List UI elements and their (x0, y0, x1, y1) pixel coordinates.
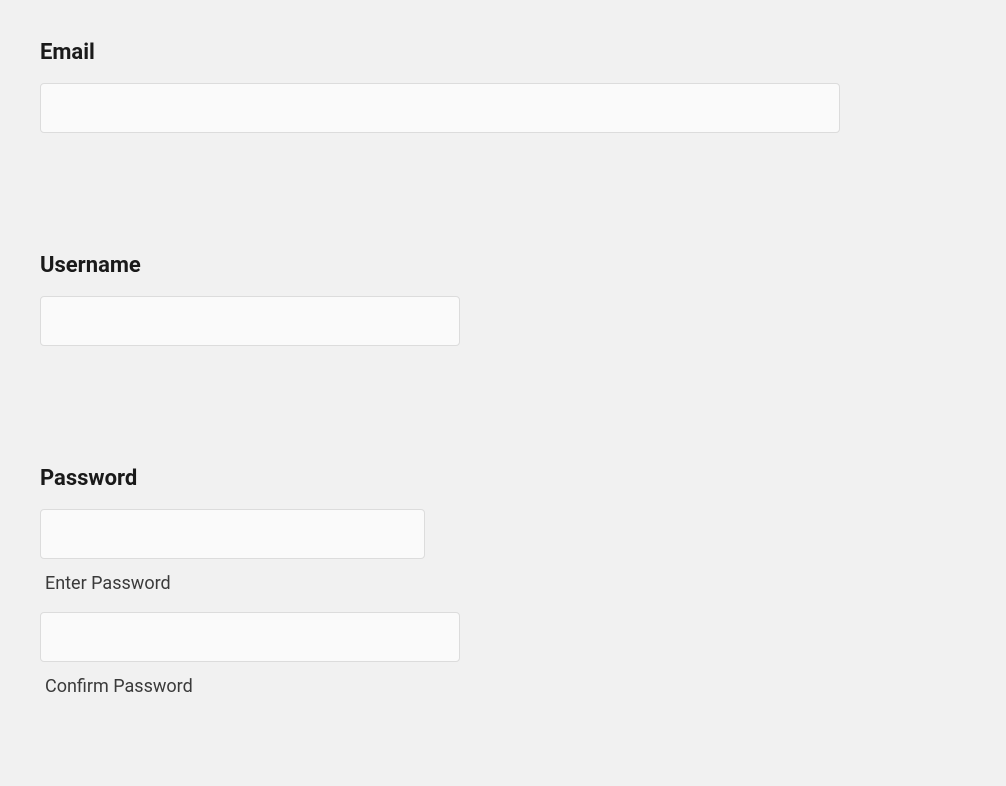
email-label: Email (40, 40, 966, 65)
email-section: Email (40, 40, 966, 133)
email-field[interactable] (40, 83, 840, 133)
username-label: Username (40, 253, 966, 278)
username-section: Username (40, 253, 966, 346)
confirm-password-field[interactable] (40, 612, 460, 662)
password-label: Password (40, 466, 966, 491)
confirm-password-label: Confirm Password (40, 676, 966, 697)
password-section: Password Enter Password Confirm Password (40, 466, 966, 697)
password-field[interactable] (40, 509, 425, 559)
enter-password-label: Enter Password (40, 573, 966, 594)
username-field[interactable] (40, 296, 460, 346)
